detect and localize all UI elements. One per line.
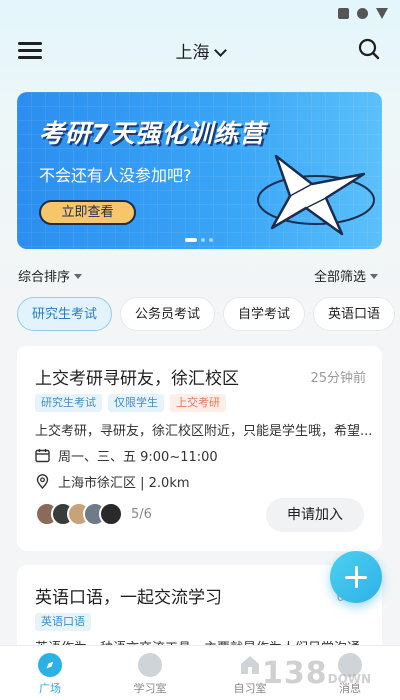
banner-view-button[interactable]: 立即查看 — [39, 200, 136, 225]
chevron-down-icon — [213, 44, 227, 57]
post-card[interactable]: 上交考研寻研友，徐汇校区 25分钟前 研究生考试 仅限学生 上交考研 上交考研，… — [17, 346, 382, 551]
pagination-dot — [201, 238, 205, 242]
chip-civil-service-exam[interactable]: 公务员考试 — [120, 297, 216, 331]
watermark-suffix: DOWN — [327, 672, 372, 686]
pagination-dot — [209, 238, 213, 242]
header: 上海 — [0, 34, 400, 70]
post-tags: 研究生考试 仅限学生 上交考研 — [35, 394, 226, 412]
location-text: 上海市徐汇区 | 2.0km — [58, 476, 190, 491]
filter-row: 综合排序 全部筛选 — [0, 266, 400, 286]
chat-icon — [138, 653, 162, 677]
post-time: 25分钟前 — [310, 371, 366, 386]
nav-item-square[interactable]: 广场 — [0, 646, 100, 700]
pagination-dot — [185, 238, 197, 242]
all-filter-label: 全部筛选 — [313, 270, 366, 285]
tag: 英语口语 — [35, 613, 91, 631]
house-icon — [238, 653, 262, 677]
sort-label: 综合排序 — [18, 270, 71, 285]
chip-spoken-english[interactable]: 英语口语 — [313, 297, 396, 331]
watermark-logo: 138DOWN — [262, 656, 371, 691]
circle-icon — [357, 8, 368, 19]
member-avatars: 5/6 — [35, 502, 152, 526]
compass-icon — [38, 653, 62, 677]
apply-join-button[interactable]: 申请加入 — [266, 498, 364, 532]
all-filter-dropdown[interactable]: 全部筛选 — [314, 266, 378, 285]
caret-down-icon — [370, 274, 378, 279]
triangle-icon — [376, 8, 388, 19]
chip-graduate-exam[interactable]: 研究生考试 — [17, 297, 113, 331]
banner-subtitle: 不会还有人没参加吧? — [39, 166, 192, 185]
post-tags: 英语口语 — [35, 613, 91, 631]
chip-self-study-exam[interactable]: 自学考试 — [223, 297, 306, 331]
schedule-line: 周一、三、五 9:00~11:00 — [35, 446, 218, 465]
post-title: 英语口语，一起交流学习 — [35, 588, 222, 608]
banner-title: 考研7天强化训练营 — [39, 119, 266, 148]
create-post-button[interactable] — [330, 551, 382, 603]
nav-item-study-room[interactable]: 学习室 — [100, 646, 200, 700]
post-title: 上交考研寻研友，徐汇校区 — [35, 369, 239, 389]
square-icon — [338, 8, 349, 19]
schedule-text: 周一、三、五 9:00~11:00 — [58, 450, 218, 465]
star-illustration-icon — [257, 154, 375, 236]
city-selector[interactable]: 上海 — [0, 38, 400, 63]
category-chips: 研究生考试 公务员考试 自学考试 英语口语 — [17, 297, 396, 331]
promo-banner[interactable]: 考研7天强化训练营 不会还有人没参加吧? 立即查看 — [17, 92, 382, 249]
sort-dropdown[interactable]: 综合排序 — [18, 266, 83, 285]
post-description: 上交考研，寻研友，徐汇校区附近，只能是学生哦，希望... — [35, 424, 373, 439]
banner-pagination — [185, 238, 213, 242]
member-count: 5/6 — [131, 506, 152, 522]
tag: 研究生考试 — [35, 394, 102, 412]
watermark-number: 138 — [262, 656, 328, 691]
tag: 仅限学生 — [108, 394, 164, 412]
calendar-icon — [35, 449, 50, 463]
city-label: 上海 — [175, 43, 210, 63]
caret-down-icon — [74, 274, 83, 279]
location-pin-icon — [36, 474, 49, 489]
status-bar — [338, 8, 388, 19]
avatar — [99, 502, 123, 526]
nav-label: 广场 — [39, 682, 61, 695]
location-line: 上海市徐汇区 | 2.0km — [35, 472, 190, 491]
tag: 上交考研 — [170, 394, 226, 412]
nav-label: 学习室 — [133, 682, 167, 695]
post-card[interactable]: 英语口语，一起交流学习 03月 英语口语 英语作为一种语言交流工具，主要就是作为… — [17, 565, 382, 655]
search-icon[interactable] — [358, 38, 380, 60]
